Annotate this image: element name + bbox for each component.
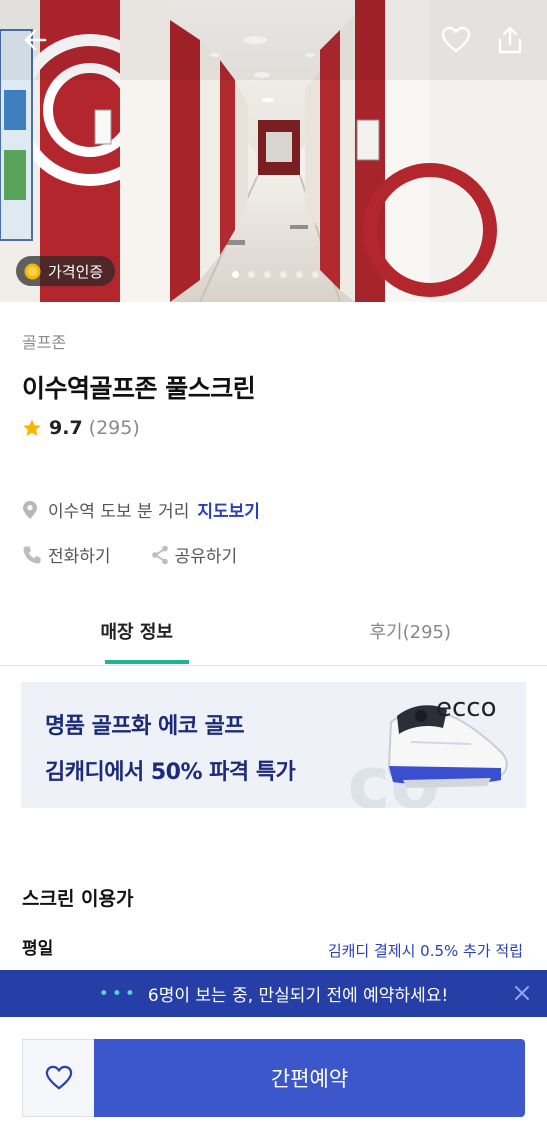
favorite-button[interactable]: [436, 20, 476, 60]
rating-count: (295): [88, 417, 140, 439]
rating-row: 9.7 (295): [22, 417, 140, 439]
call-label: 전화하기: [48, 547, 111, 567]
heart-icon: [45, 1065, 72, 1090]
notice-text: 6명이 보는 중, 만실되기 전에 예약하세요!: [147, 986, 449, 1006]
call-button[interactable]: 전화하기: [22, 542, 111, 567]
share-nodes-icon: [151, 545, 168, 564]
bottom-action-bar: 간편예약: [0, 1017, 547, 1140]
wishlist-button[interactable]: [22, 1039, 94, 1117]
viewers-notice-bar: ••• 6명이 보는 중, 만실되기 전에 예약하세요!: [0, 970, 547, 1017]
share-upload-icon: [498, 26, 522, 54]
banner-headline: 명품 골프화 에코 골프: [45, 714, 245, 739]
location-pin-icon: [23, 500, 37, 519]
price-verified-label: 가격인증: [48, 262, 104, 281]
carousel-dot: [280, 271, 287, 278]
location-row: 이수역 도보 분 거리 지도보기: [22, 497, 260, 522]
carousel-dot: [264, 271, 271, 278]
carousel-dot: [296, 271, 303, 278]
weekday-label: 평일: [22, 939, 54, 959]
carousel-dot: [232, 271, 239, 278]
heart-icon: [441, 26, 471, 53]
action-row: 전화하기 공유하기: [22, 542, 237, 567]
carousel-dot: [248, 271, 255, 278]
share-action-button[interactable]: 공유하기: [151, 542, 238, 567]
reward-note: 김캐디 결제시 0.5% 추가 적립: [327, 942, 523, 960]
hero-image-carousel[interactable]: 가격인증: [0, 0, 547, 302]
store-category: 골프존: [22, 333, 67, 352]
screen-price-title: 스크린 이용가: [22, 888, 134, 910]
tab-reviews[interactable]: 후기(295): [274, 600, 547, 665]
location-text: 이수역 도보 분 거리: [48, 502, 190, 522]
notice-dots: •••: [98, 983, 138, 1004]
quick-booking-button[interactable]: 간편예약: [94, 1039, 525, 1117]
active-tab-indicator: [105, 660, 189, 664]
gold-coin-icon: [24, 263, 41, 279]
detail-tabs: 매장 정보 후기(295): [0, 600, 547, 666]
carousel-indicator: [232, 271, 319, 278]
phone-icon: [23, 546, 41, 563]
banner-subheadline: 김캐디에서 50% 파격 특가: [45, 760, 296, 785]
tab-store-info[interactable]: 매장 정보: [0, 600, 274, 665]
share-label: 공유하기: [174, 547, 238, 567]
share-button[interactable]: [490, 20, 530, 60]
arrow-left-icon: [24, 29, 47, 51]
ecco-logo: ecco: [436, 693, 497, 723]
rating-score: 9.7: [49, 417, 83, 439]
map-link[interactable]: 지도보기: [197, 497, 260, 522]
notice-close-button[interactable]: [511, 982, 533, 1004]
star-icon: [23, 419, 41, 436]
carousel-dot: [312, 271, 319, 278]
close-icon: [515, 986, 529, 1000]
store-name: 이수역골프존 풀스크린: [22, 374, 256, 403]
price-verified-badge: 가격인증: [16, 256, 116, 286]
back-button[interactable]: [16, 20, 56, 60]
